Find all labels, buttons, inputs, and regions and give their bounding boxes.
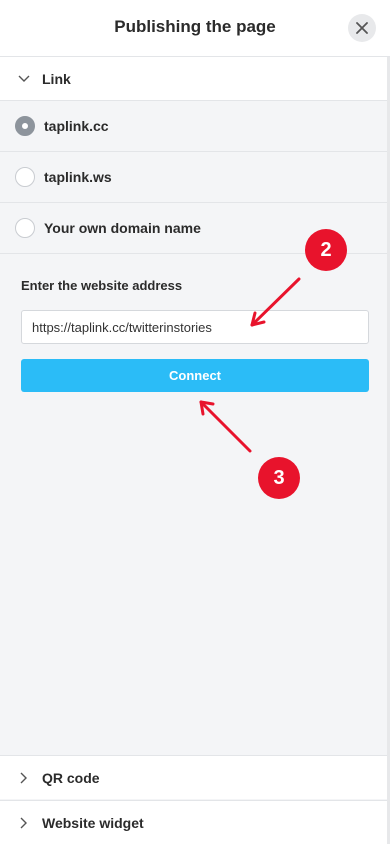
chevron-down-icon xyxy=(18,73,30,85)
qr-code-label: QR code xyxy=(42,769,100,786)
domain-option-label: taplink.cc xyxy=(44,118,109,134)
chevron-right-icon xyxy=(18,772,30,784)
close-icon xyxy=(356,22,368,34)
page-title: Publishing the page xyxy=(114,17,276,36)
domain-option-taplink-cc[interactable]: taplink.cc xyxy=(0,101,390,152)
domain-option-label: Your own domain name xyxy=(44,220,201,236)
link-section-toggle[interactable]: Link xyxy=(0,57,390,101)
website-address-input[interactable] xyxy=(21,310,369,344)
website-widget-section-toggle[interactable]: Website widget xyxy=(0,800,390,844)
domain-option-taplink-ws[interactable]: taplink.ws xyxy=(0,152,390,203)
connect-button[interactable]: Connect xyxy=(21,359,369,392)
qr-code-section-toggle[interactable]: QR code xyxy=(0,755,390,799)
link-section-label: Link xyxy=(42,70,71,87)
radio-button-checked[interactable] xyxy=(15,116,35,136)
dialog-header: Publishing the page xyxy=(0,0,390,57)
website-address-label: Enter the website address xyxy=(21,278,183,293)
domain-option-label: taplink.ws xyxy=(44,169,112,185)
radio-button[interactable] xyxy=(15,167,35,187)
chevron-right-icon xyxy=(18,817,30,829)
website-widget-label: Website widget xyxy=(42,814,144,831)
annotation-badge-3: 3 xyxy=(258,457,300,499)
radio-button[interactable] xyxy=(15,218,35,238)
annotation-badge-2: 2 xyxy=(305,229,347,271)
close-button[interactable] xyxy=(348,14,376,42)
